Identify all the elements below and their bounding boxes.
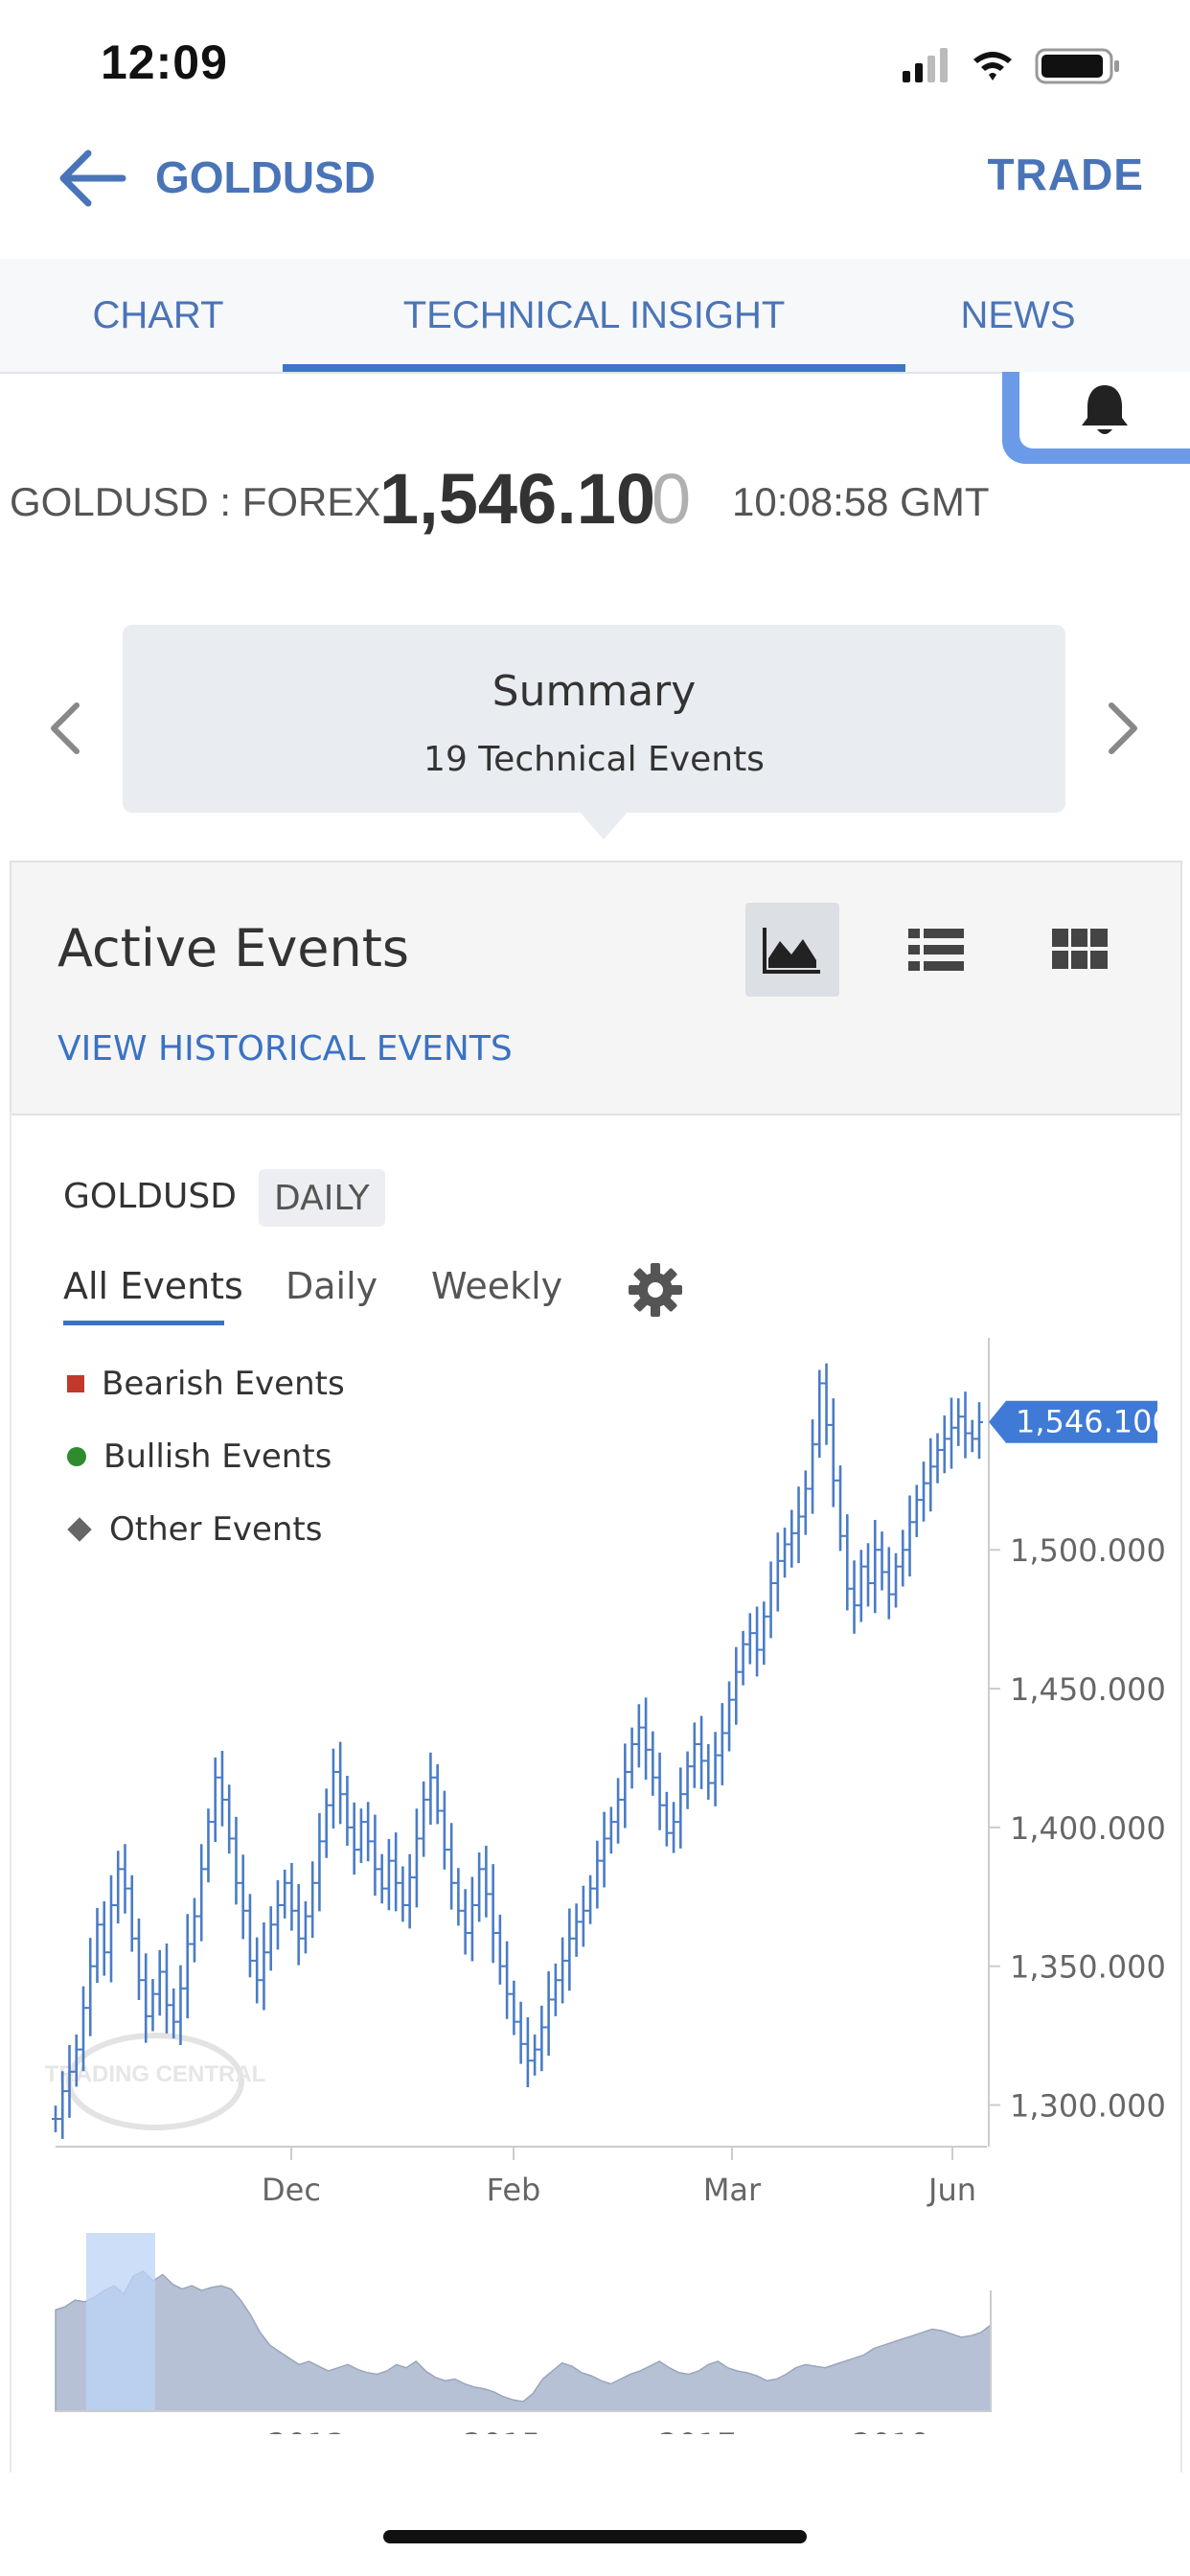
wifi-icon (973, 52, 1012, 80)
summary-card[interactable]: Summary 19 Technical Events (123, 625, 1065, 813)
chevron-right-icon[interactable] (1104, 700, 1142, 757)
summary-title: Summary (492, 667, 697, 716)
x-tick-label: Feb (487, 2172, 541, 2208)
y-tick-label: 1,300.000 (1010, 2088, 1166, 2125)
back-arrow-icon[interactable] (56, 142, 128, 215)
list-view-button[interactable] (889, 903, 983, 997)
page-title: GOLDUSD (155, 152, 376, 202)
grid-view-button[interactable] (1033, 903, 1127, 997)
active-events-panel (10, 861, 1182, 1116)
summary-pointer (579, 811, 629, 840)
quote-price: 1,546.10 (379, 459, 656, 539)
tab-technical-insight[interactable]: TECHNICAL INSIGHT (283, 259, 905, 372)
last-price-label: 1,546.100 (1016, 1404, 1172, 1440)
navigator-area (55, 2270, 992, 2412)
summary-subtitle: 19 Technical Events (423, 740, 765, 779)
quote-symbol: GOLDUSD : FOREX (10, 479, 381, 524)
alert-button[interactable] (1002, 372, 1190, 464)
signal-icon (903, 48, 948, 82)
watermark-text: TRADING CENTRAL (45, 2061, 266, 2087)
x-tick-label: Dec (262, 2172, 321, 2208)
navigator-tick-label: 2013 (267, 2426, 345, 2434)
price-chart[interactable]: TRADING CENTRAL 1,300.000 1,350.000 1,400.0… (0, 1322, 1190, 2434)
navigator-tick-label: 2019 (852, 2426, 929, 2434)
quote-price-tail: 0 (652, 459, 692, 539)
gear-icon[interactable] (629, 1263, 682, 1317)
navigator-tick-label: 2015 (463, 2426, 540, 2434)
filter-weekly[interactable]: Weekly (431, 1265, 562, 1307)
active-tab-indicator (283, 364, 905, 372)
grid-icon (1052, 929, 1108, 969)
x-tick-label: Jun (927, 2172, 976, 2208)
view-historical-events-link[interactable]: VIEW HISTORICAL EVENTS (57, 1029, 513, 1069)
area-chart-icon (763, 928, 820, 974)
filter-all-events[interactable]: All Events (63, 1265, 243, 1307)
chart-view-button[interactable] (745, 903, 839, 997)
trade-button[interactable]: TRADE (988, 149, 1144, 200)
y-tick-label: 1,500.000 (1010, 1532, 1166, 1569)
home-indicator (383, 2530, 807, 2543)
list-icon (908, 929, 964, 971)
chevron-left-icon[interactable] (46, 700, 84, 757)
navigator-tick-label: 2017 (658, 2426, 736, 2434)
tab-bar: CHART TECHNICAL INSIGHT NEWS (0, 259, 1190, 374)
tab-chart[interactable]: CHART (29, 259, 287, 372)
x-tick-label: Mar (703, 2172, 762, 2208)
battery-icon (1035, 48, 1119, 84)
bell-icon (1082, 385, 1128, 434)
quote-time: 10:08:58 GMT (732, 479, 990, 524)
active-events-title: Active Events (57, 918, 410, 978)
chart-interval-badge[interactable]: DAILY (259, 1169, 385, 1227)
tab-news[interactable]: NEWS (910, 259, 1126, 372)
navigator-selection (86, 2233, 155, 2411)
status-icons (903, 48, 1119, 84)
y-tick-label: 1,400.000 (1010, 1810, 1166, 1847)
status-time: 12:09 (101, 35, 228, 89)
chart-symbol: GOLDUSD (63, 1177, 237, 1216)
filter-daily[interactable]: Daily (286, 1265, 378, 1307)
y-tick-label: 1,450.000 (1010, 1671, 1166, 1708)
y-tick-label: 1,350.000 (1010, 1949, 1166, 1986)
